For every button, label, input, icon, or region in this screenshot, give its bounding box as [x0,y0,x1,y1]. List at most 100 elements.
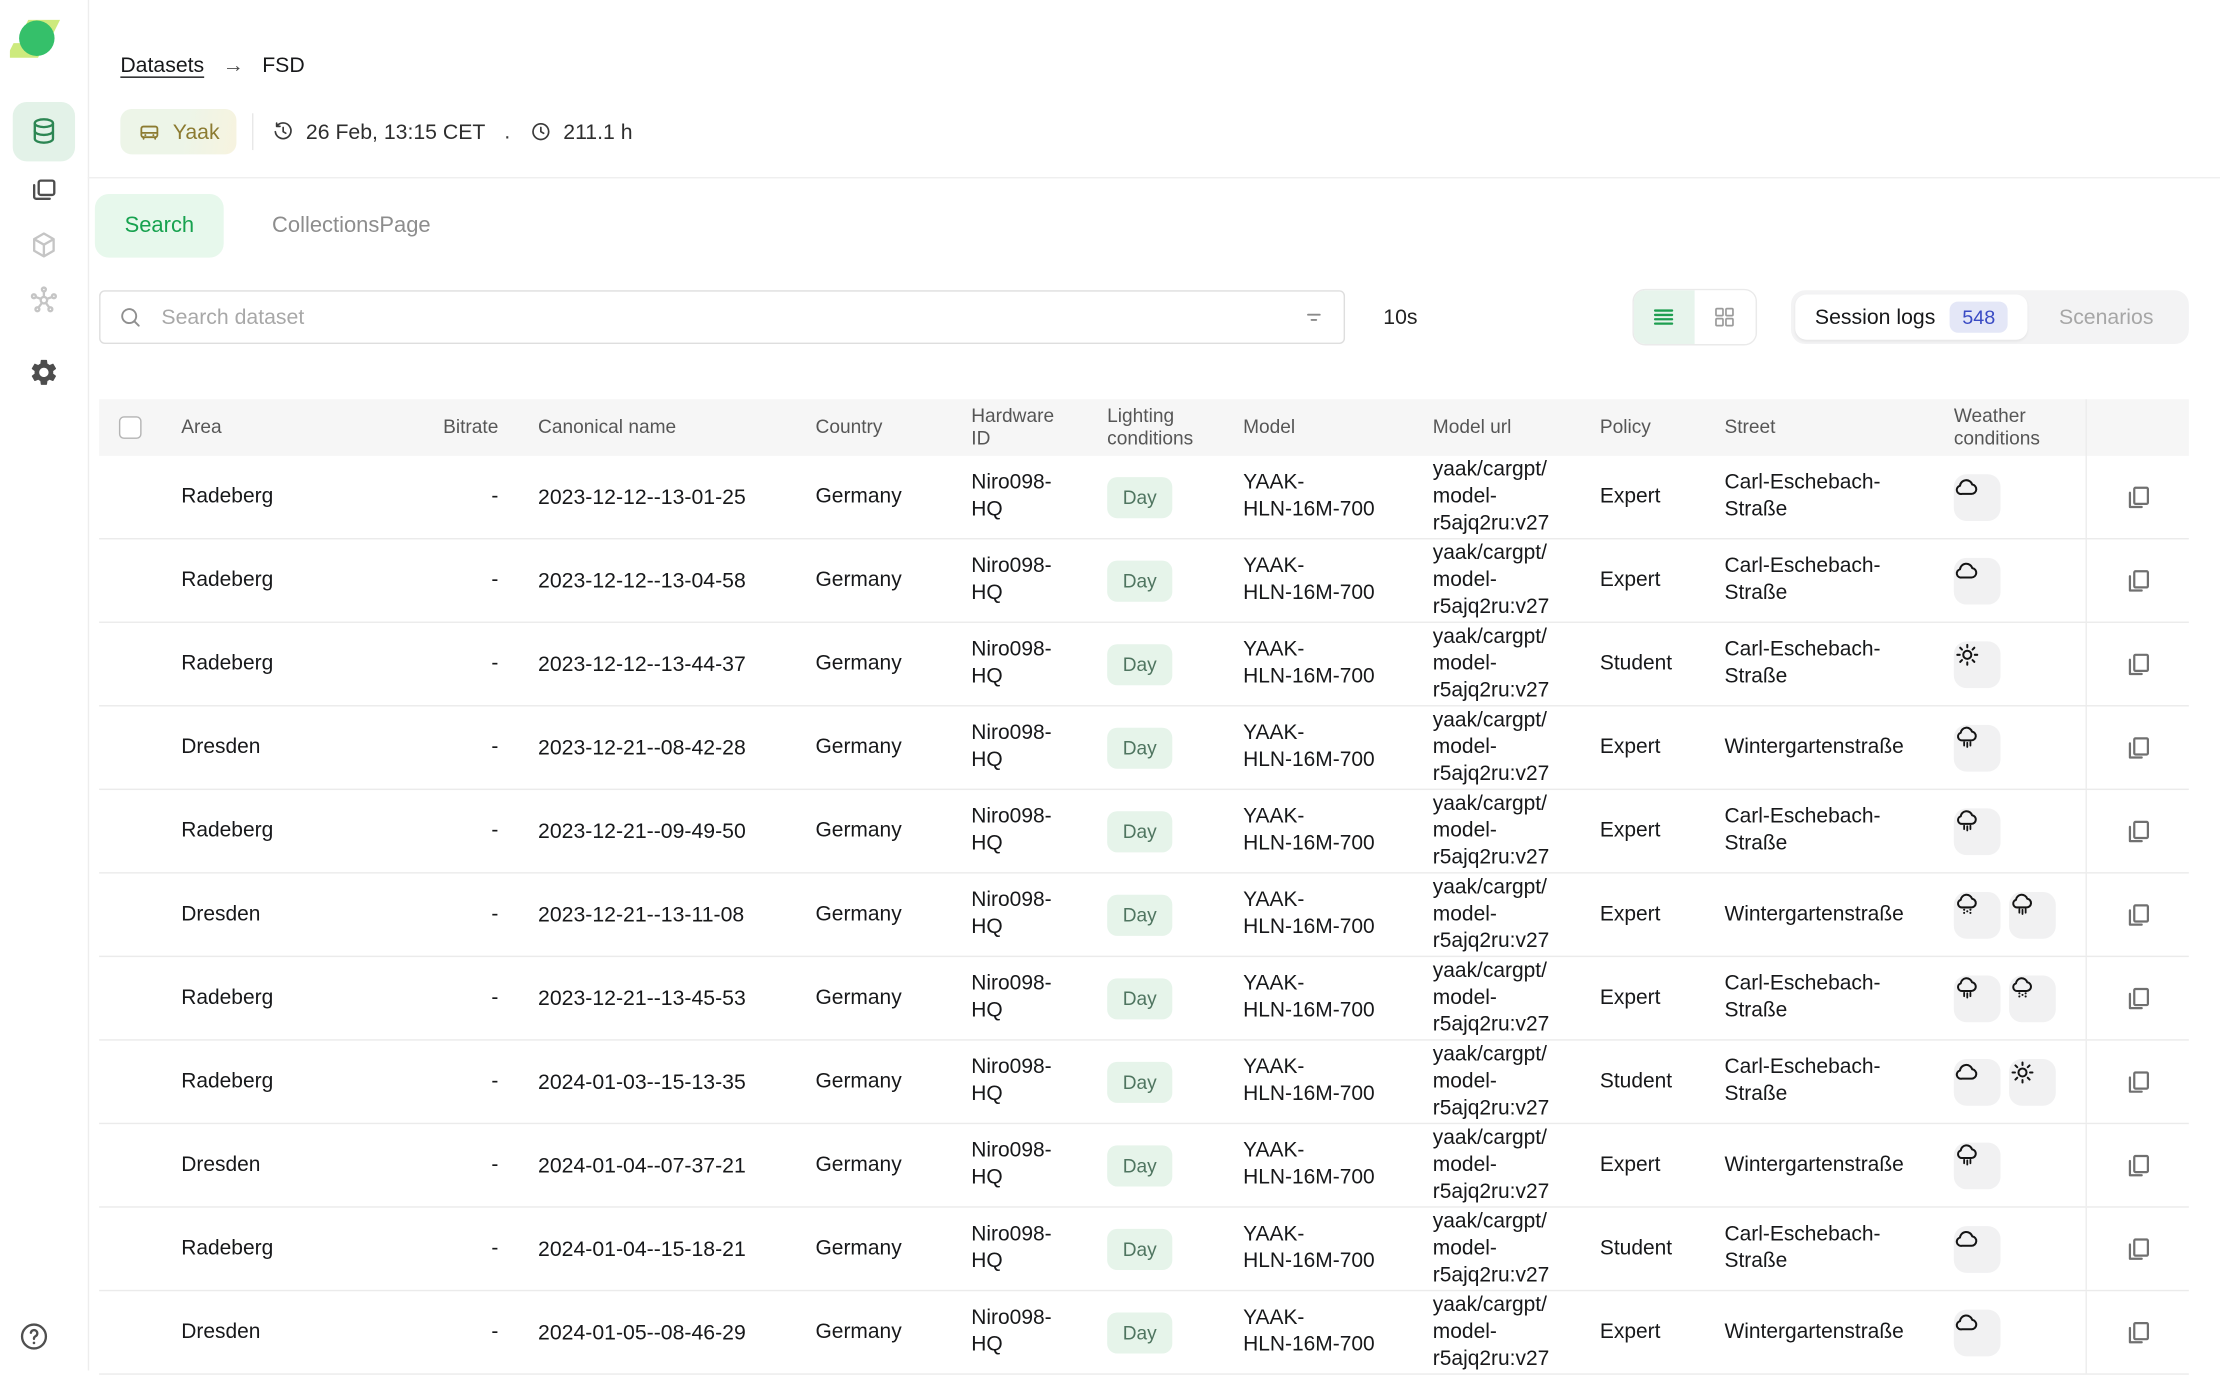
country-cell-text: Germany [816,651,902,678]
row-checkbox-slot [99,1041,161,1123]
table-row[interactable]: Radeberg-2023-12-21--09-49-50GermanyNiro… [99,790,2189,874]
canonical-name-cell-text: 2023-12-12--13-01-25 [538,484,746,511]
copy-button[interactable] [2123,1317,2153,1347]
canonical-name-cell-text: 2023-12-21--13-11-08 [538,901,744,928]
model-url-cell-text: yaak/cargpt/ model- r5ajq2ru:v27 [1433,1041,1549,1122]
weather-cell [1934,1291,2085,1373]
tabs: Search CollectionsPage [95,194,2220,258]
select-all-checkbox[interactable] [119,416,142,439]
filter-icon[interactable] [1301,304,1326,329]
street-cell-text: Carl-Eschebach-Straße [1724,1222,1914,1276]
log-type-segmented-control: Session logs 548 Scenarios [1791,290,2189,344]
country-cell: Germany [796,957,952,1039]
copy-button[interactable] [2123,1150,2153,1180]
canonical-name-cell: 2024-01-03--15-13-35 [518,1041,796,1123]
table-row[interactable]: Radeberg-2023-12-12--13-04-58GermanyNiro… [99,539,2189,623]
area-cell-text: Radeberg [181,567,273,594]
row-checkbox-slot [99,456,161,538]
capture-timestamp: 26 Feb, 13:15 CET [306,120,485,144]
cloud-icon-glyph [1954,1225,1981,1252]
weather-cell [1934,1041,2085,1123]
hardware-id-cell: Niro098-HQ [951,957,1087,1039]
cloud-icon-glyph [1954,474,1981,501]
copy-button[interactable] [2123,1067,2153,1097]
model-cell-text: YAAK- HLN-16M-700 [1243,804,1375,858]
area-cell-text: Radeberg [181,651,273,678]
sidebar-item-database[interactable] [13,102,75,161]
canonical-name-cell-text: 2024-01-05--08-46-29 [538,1319,746,1346]
clip-length-selector[interactable]: 10s [1383,305,1417,329]
table-body: Radeberg-2023-12-12--13-01-25GermanyNiro… [99,456,2189,1375]
policy-cell-text: Expert [1600,567,1661,594]
table-row[interactable]: Dresden-2023-12-21--08-42-28GermanyNiro0… [99,706,2189,790]
header-divider [88,177,2220,178]
model-url-cell: yaak/cargpt/ model- r5ajq2ru:v27 [1413,706,1580,788]
sidebar-item-gear[interactable] [13,345,75,399]
area-cell-text: Dresden [181,901,260,928]
model-cell: YAAK- HLN-16M-700 [1223,623,1413,705]
copy-button[interactable] [2123,983,2153,1013]
hardware-id-cell-text: Niro098-HQ [971,1138,1067,1192]
lighting-badge: Day [1107,476,1172,517]
copy-button[interactable] [2123,900,2153,930]
sidebar-item-folders[interactable] [13,163,75,217]
copy-button[interactable] [2123,816,2153,846]
table-row[interactable]: Dresden-2023-12-21--13-11-08GermanyNiro0… [99,874,2189,958]
model-url-cell-text: yaak/cargpt/ model- r5ajq2ru:v27 [1433,874,1549,955]
model-cell-text: YAAK- HLN-16M-700 [1243,721,1375,775]
table-row[interactable]: Radeberg-2023-12-21--13-45-53GermanyNiro… [99,957,2189,1041]
session-logs-segment[interactable]: Session logs 548 [1795,294,2028,339]
breadcrumb-datasets-link[interactable]: Datasets [120,54,204,78]
sidebar-item-network[interactable] [13,273,75,327]
tab-search[interactable]: Search [95,194,224,258]
table-row[interactable]: Radeberg-2023-12-12--13-44-37GermanyNiro… [99,623,2189,707]
street-cell: Carl-Eschebach-Straße [1705,1041,1934,1123]
list-view-icon [1651,304,1676,329]
grid-view-button[interactable] [1695,290,1756,344]
lighting-cell: Day [1087,539,1223,621]
table-row[interactable]: Dresden-2024-01-04--07-37-21GermanyNiro0… [99,1124,2189,1208]
model-url-cell-text: yaak/cargpt/ model- r5ajq2ru:v27 [1433,958,1549,1039]
model-url-cell: yaak/cargpt/ model- r5ajq2ru:v27 [1413,874,1580,956]
tab-collections-page[interactable]: CollectionsPage [242,194,460,258]
cloud-icon [1954,557,2001,604]
copy-button[interactable] [2123,1234,2153,1264]
table-row[interactable]: Radeberg-2023-12-12--13-01-25GermanyNiro… [99,456,2189,540]
row-checkbox-slot [99,706,161,788]
street-cell-text: Wintergartenstraße [1724,901,1903,928]
header-actions-cell [2086,399,2189,456]
vehicle-badge[interactable]: Yaak [120,109,236,154]
table-row[interactable]: Radeberg-2024-01-04--15-18-21GermanyNiro… [99,1208,2189,1292]
bitrate-cell-text: - [491,1319,498,1346]
copy-button[interactable] [2123,649,2153,679]
model-cell: YAAK- HLN-16M-700 [1223,706,1413,788]
help-icon [22,1325,46,1349]
table-row[interactable]: Radeberg-2024-01-03--15-13-35GermanyNiro… [99,1041,2189,1125]
copy-button[interactable] [2123,482,2153,512]
meta-divider [252,113,253,150]
table-row[interactable]: Dresden-2024-01-05--08-46-29GermanyNiro0… [99,1291,2189,1375]
sidebar-item-cube[interactable] [13,218,75,272]
country-cell: Germany [796,456,952,538]
weather-cell [1934,874,2085,956]
search-input[interactable] [159,304,1302,331]
actions-cell [2086,874,2189,956]
model-cell: YAAK- HLN-16M-700 [1223,957,1413,1039]
copy-button[interactable] [2123,566,2153,596]
weather-cell [1934,957,2085,1039]
app-logo[interactable] [10,11,64,65]
main-content: Datasets → FSD Yaak 26 Feb, 13:15 CET · … [88,0,2220,1371]
lighting-cell: Day [1087,456,1223,538]
model-cell: YAAK- HLN-16M-700 [1223,456,1413,538]
actions-cell [2086,1124,2189,1206]
policy-cell: Expert [1580,957,1705,1039]
scenarios-segment[interactable]: Scenarios [2028,294,2185,339]
copy-button[interactable] [2123,733,2153,763]
model-cell: YAAK- HLN-16M-700 [1223,1208,1413,1290]
help-button[interactable] [18,1321,49,1352]
model-url-cell-text: yaak/cargpt/ model- r5ajq2ru:v27 [1433,457,1549,538]
area-cell: Radeberg [161,1208,348,1290]
gear-icon [28,357,59,388]
list-view-button[interactable] [1634,290,1695,344]
bitrate-cell-text: - [491,651,498,678]
